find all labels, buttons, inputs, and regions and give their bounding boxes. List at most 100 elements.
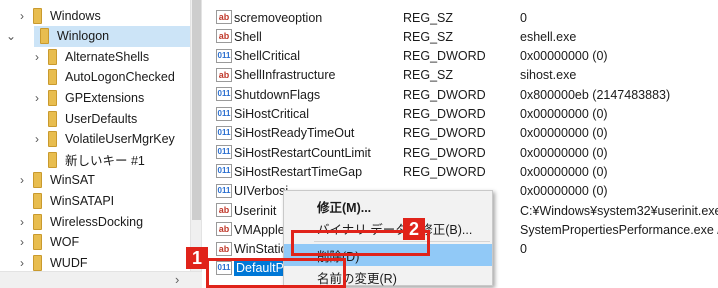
value-data: 0x800000eb (2147483883): [520, 87, 671, 102]
chevron-right-icon[interactable]: ›: [17, 173, 27, 187]
value-row[interactable]: ab scremoveoption REG_SZ 0: [203, 7, 718, 28]
folder-icon: [48, 151, 57, 168]
folder-icon: [33, 172, 42, 189]
tree-horizontal-scrollbar[interactable]: ›: [0, 271, 202, 288]
value-name: SiHostRestartCountLimit: [234, 145, 371, 160]
binary-value-icon: 011: [216, 125, 232, 140]
value-type: REG_DWORD: [403, 87, 486, 102]
binary-value-icon: 011: [216, 183, 232, 198]
tree-item[interactable]: ⌄ Winlogon: [6, 25, 190, 47]
tree-item[interactable]: › WinSAT: [0, 170, 190, 191]
chevron-down-icon[interactable]: ⌄: [6, 29, 16, 43]
chevron-right-icon[interactable]: ›: [32, 50, 42, 64]
value-name: SiHostRestartTimeGap: [234, 164, 363, 179]
tree-item[interactable]: › GPExtensions: [0, 87, 190, 108]
value-data: 0x00000000 (0): [520, 126, 608, 141]
string-value-icon: ab: [216, 222, 232, 237]
tree-item[interactable]: UserDefaults: [0, 108, 190, 129]
binary-value-icon: 011: [216, 164, 232, 179]
value-row[interactable]: ab ShellInfrastructure REG_SZ sihost.exe: [203, 65, 718, 86]
value-data: 0x00000000 (0): [520, 145, 608, 160]
folder-icon: [48, 69, 57, 86]
value-name: SiHostReadyTimeOut: [234, 126, 355, 141]
chevron-right-icon[interactable]: ›: [17, 256, 27, 270]
tree-item[interactable]: › Windows: [0, 5, 190, 26]
tree-item[interactable]: › AlternateShells: [0, 46, 190, 67]
value-name: ShellInfrastructure: [234, 68, 336, 83]
value-type: REG_SZ: [403, 68, 454, 83]
value-row[interactable]: 011 ShutdownFlags REG_DWORD 0x800000eb (214…: [203, 84, 718, 105]
value-name: VMApplet: [234, 222, 289, 237]
chevron-right-icon[interactable]: ›: [17, 235, 27, 249]
binary-value-icon: 011: [216, 87, 232, 102]
folder-icon: [48, 48, 57, 65]
value-row[interactable]: 011 ShellCritical REG_DWORD 0x00000000 (0): [203, 46, 718, 67]
value-name: SiHostCritical: [234, 107, 310, 121]
tree-item-label: WUDF: [50, 255, 88, 270]
value-name: ShutdownFlags: [234, 87, 321, 102]
tree-item-label: AutoLogonChecked: [65, 70, 175, 85]
tree-vertical-scrollbar[interactable]: [190, 0, 202, 288]
folder-icon: [48, 131, 57, 148]
value-row[interactable]: 011 SiHostRestartTimeGap REG_DWORD 0x000000…: [203, 161, 718, 182]
annotation-badge-1: 1: [186, 247, 208, 269]
tree-item[interactable]: › VolatileUserMgrKey: [0, 129, 190, 150]
value-row[interactable]: 011 SiHostRestartCountLimit REG_DWORD 0x000…: [203, 142, 718, 163]
tree-item[interactable]: › WOF: [0, 232, 190, 253]
tree-item-label: Windows: [50, 8, 101, 23]
value-name: Userinit: [234, 203, 277, 218]
folder-icon: [33, 7, 42, 24]
tree-item-label: WOF: [50, 235, 80, 250]
value-data: 0x00000000 (0): [520, 49, 608, 64]
folder-icon: [33, 213, 42, 230]
value-row[interactable]: 011 SiHostCritical REG_DWORD 0x00000000 (0): [203, 104, 718, 125]
folder-icon: [40, 28, 49, 45]
folder-icon: [33, 192, 42, 209]
value-name: Shell: [234, 29, 262, 44]
value-row[interactable]: 011 SiHostReadyTimeOut REG_DWORD 0x00000000…: [203, 123, 718, 144]
value-data: SystemPropertiesPerformance.exe /p: [520, 222, 718, 237]
tree-item-label: GPExtensions: [65, 90, 145, 105]
value-type: REG_SZ: [403, 29, 454, 44]
tree-item-label: WinSATAPI: [50, 193, 115, 208]
folder-icon: [33, 254, 42, 271]
chevron-right-icon[interactable]: ›: [32, 132, 42, 146]
tree-item[interactable]: 新しいキー #1: [0, 149, 190, 170]
tree-item[interactable]: WinSATAPI: [0, 190, 190, 211]
scrollbar-thumb[interactable]: [192, 0, 201, 220]
tree-item[interactable]: › WirelessDocking: [0, 211, 190, 232]
tree-item-label: Winlogon: [57, 29, 110, 44]
string-value-icon: ab: [216, 203, 232, 217]
chevron-right-icon[interactable]: ›: [17, 9, 27, 23]
menu-item-modify[interactable]: 修正(M)...: [284, 195, 492, 217]
scroll-right-icon[interactable]: ›: [175, 272, 179, 287]
value-type: REG_DWORD: [403, 126, 486, 141]
tree-item-label: UserDefaults: [65, 111, 138, 126]
string-value-icon: ab: [216, 67, 232, 82]
value-data: eshell.exe: [520, 29, 577, 44]
tree-item[interactable]: AutoLogonChecked: [0, 67, 190, 88]
tree-item-label: VolatileUserMgrKey: [65, 132, 175, 147]
value-data: 0: [520, 242, 527, 257]
chevron-right-icon[interactable]: ›: [17, 215, 27, 229]
binary-value-icon: 011: [216, 145, 232, 160]
value-name: UIVerbosi: [234, 184, 289, 199]
value-data: 0x00000000 (0): [520, 184, 608, 199]
value-name: scremoveoption: [234, 10, 323, 25]
value-type: REG_DWORD: [403, 107, 486, 121]
value-data: 0x00000000 (0): [520, 107, 608, 121]
annotation-badge-2: 2: [403, 218, 425, 240]
value-type: REG_DWORD: [403, 164, 486, 179]
tree-item-label: 新しいキー #1: [65, 154, 145, 169]
value-row[interactable]: ab Shell REG_SZ eshell.exe: [203, 26, 718, 47]
string-value-icon: ab: [216, 10, 232, 24]
tree-item-label: AlternateShells: [65, 49, 150, 64]
value-type: REG_DWORD: [403, 145, 486, 160]
value-data: 0x00000000 (0): [520, 164, 608, 179]
folder-icon: [33, 234, 42, 251]
folder-icon: [48, 110, 57, 127]
string-value-icon: ab: [216, 29, 232, 44]
value-name: ShellCritical: [234, 49, 300, 64]
tree-item-label: WinSAT: [50, 173, 95, 188]
chevron-right-icon[interactable]: ›: [32, 91, 42, 105]
